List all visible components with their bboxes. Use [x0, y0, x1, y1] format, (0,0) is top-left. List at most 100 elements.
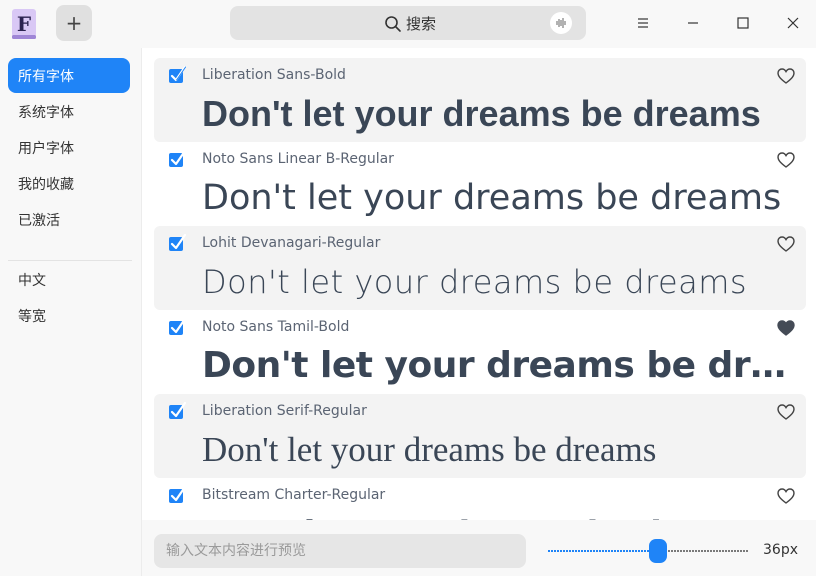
- slider-track-dot: [575, 550, 577, 552]
- sidebar-item-monospace[interactable]: 等宽: [8, 298, 130, 333]
- slider-track-dot: [560, 550, 562, 552]
- font-size-slider[interactable]: [546, 538, 748, 564]
- slider-track-dot: [629, 550, 631, 552]
- font-name: Liberation Sans-Bold: [202, 67, 346, 83]
- font-preview-text: Don't let your dreams be dreams: [202, 263, 748, 301]
- slider-track-dot: [737, 550, 739, 552]
- slider-track-dot: [617, 550, 619, 552]
- font-preview-text: Don't let your dreams be dreams: [202, 93, 761, 134]
- slider-track-dot: [563, 550, 565, 552]
- sidebar: 所有字体 系统字体 用户字体 我的收藏 已激活 中文 等宽: [0, 48, 142, 576]
- slider-track-dot: [680, 550, 682, 552]
- slider-track-dot: [590, 550, 592, 552]
- slider-thumb[interactable]: [649, 539, 667, 563]
- slider-track-dot: [728, 550, 730, 552]
- sidebar-item-system-fonts[interactable]: 系统字体: [8, 94, 130, 129]
- checkbox-checked-icon[interactable]: [168, 66, 186, 84]
- slider-track-dot: [608, 550, 610, 552]
- preview-text-input[interactable]: [154, 534, 526, 568]
- search-icon: [385, 15, 401, 32]
- menu-button[interactable]: [630, 10, 656, 36]
- slider-track-dot: [671, 550, 673, 552]
- maximize-icon: [737, 17, 749, 29]
- slider-track-dot: [581, 550, 583, 552]
- slider-track-dot: [578, 550, 580, 552]
- slider-track-dot: [668, 550, 670, 552]
- font-name: Noto Sans Linear B-Regular: [202, 151, 394, 167]
- sidebar-item-label: 中文: [18, 272, 46, 289]
- slider-track-dot: [677, 550, 679, 552]
- search-box[interactable]: 搜索: [230, 6, 586, 40]
- slider-track-dot: [707, 550, 709, 552]
- font-row[interactable]: Liberation Sans-Bold Don't let your drea…: [154, 58, 806, 142]
- font-name: Noto Sans Tamil-Bold: [202, 319, 350, 335]
- slider-track-dot: [686, 550, 688, 552]
- sidebar-item-activated[interactable]: 已激活: [8, 202, 130, 237]
- heart-outline-icon[interactable]: [776, 486, 796, 506]
- font-row[interactable]: Bitstream Charter-Regular Don't let your…: [154, 478, 806, 520]
- heart-outline-icon[interactable]: [776, 66, 796, 86]
- sidebar-item-label: 用户字体: [18, 140, 74, 157]
- font-name: Bitstream Charter-Regular: [202, 487, 386, 503]
- search-placeholder: 搜索: [406, 15, 437, 33]
- sidebar-item-chinese[interactable]: 中文: [8, 262, 130, 297]
- app-icon-letter: F: [17, 12, 31, 36]
- heart-outline-icon[interactable]: [776, 402, 796, 422]
- sidebar-item-user-fonts[interactable]: 用户字体: [8, 130, 130, 165]
- heart-filled-icon[interactable]: [776, 318, 796, 338]
- checkbox-checked-icon[interactable]: [168, 318, 186, 336]
- slider-track-dot: [620, 550, 622, 552]
- maximize-button[interactable]: [730, 10, 756, 36]
- slider-track-dot: [557, 550, 559, 552]
- slider-track-dot: [704, 550, 706, 552]
- checkbox-checked-icon[interactable]: [168, 150, 186, 168]
- minimize-button[interactable]: [680, 10, 706, 36]
- slider-track-dot: [674, 550, 676, 552]
- slider-track-dot: [722, 550, 724, 552]
- sidebar-item-label: 我的收藏: [18, 176, 74, 193]
- slider-track-dot: [689, 550, 691, 552]
- bottom-bar: 36px: [142, 520, 816, 576]
- close-button[interactable]: [780, 10, 806, 36]
- slider-track-dot: [746, 550, 748, 552]
- sidebar-item-favorites[interactable]: 我的收藏: [8, 166, 130, 201]
- slider-track-dot: [572, 550, 574, 552]
- font-preview-text: Don't let your dreams be dreams: [202, 510, 792, 520]
- sidebar-item-label: 已激活: [18, 212, 60, 229]
- font-row[interactable]: Lohit Devanagari-Regular Don't let your …: [154, 226, 806, 310]
- slider-track-dot: [587, 550, 589, 552]
- font-preview-text: Don't let your dreams be dreams: [202, 430, 657, 469]
- slider-track-dot: [698, 550, 700, 552]
- font-row[interactable]: Noto Sans Tamil-Bold Don't let your drea…: [154, 310, 806, 394]
- waveform-icon: [556, 18, 566, 28]
- slider-track-dot: [635, 550, 637, 552]
- font-row[interactable]: Noto Sans Linear B-Regular Don't let you…: [154, 142, 806, 226]
- checkbox-checked-icon[interactable]: [168, 234, 186, 252]
- sidebar-divider: [8, 260, 132, 261]
- minimize-icon: [688, 22, 698, 24]
- sidebar-item-all-fonts[interactable]: 所有字体: [8, 58, 130, 93]
- slider-track-dot: [554, 550, 556, 552]
- slider-track-dot: [713, 550, 715, 552]
- slider-track-dot: [701, 550, 703, 552]
- plus-icon: +: [65, 11, 83, 35]
- heart-outline-icon[interactable]: [776, 150, 796, 170]
- slider-track-dot: [614, 550, 616, 552]
- font-list[interactable]: Liberation Sans-Bold Don't let your drea…: [154, 58, 806, 520]
- add-font-button[interactable]: +: [56, 5, 92, 41]
- slider-track-dot: [734, 550, 736, 552]
- slider-track-dot: [551, 550, 553, 552]
- slider-track-dot: [725, 550, 727, 552]
- slider-track-dot: [710, 550, 712, 552]
- slider-track-dot: [638, 550, 640, 552]
- title-bar: F + 搜索: [0, 0, 816, 48]
- slider-track-dot: [644, 550, 646, 552]
- checkbox-checked-icon[interactable]: [168, 402, 186, 420]
- font-row[interactable]: Liberation Serif-Regular Don't let your …: [154, 394, 806, 478]
- slider-track-dot: [692, 550, 694, 552]
- slider-track-dot: [569, 550, 571, 552]
- slider-track-dot: [602, 550, 604, 552]
- heart-outline-icon[interactable]: [776, 234, 796, 254]
- checkbox-checked-icon[interactable]: [168, 486, 186, 504]
- voice-input-button[interactable]: [550, 12, 572, 34]
